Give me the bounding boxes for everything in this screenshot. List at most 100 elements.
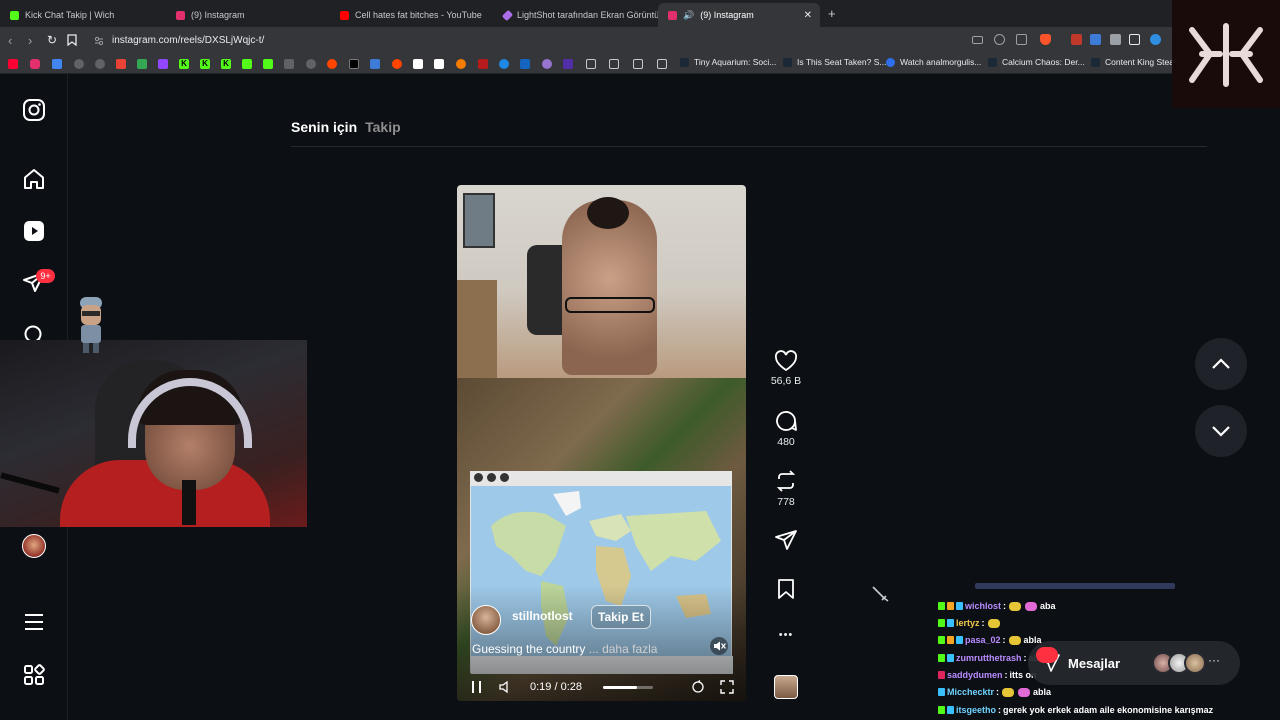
reddit-bookmark-icon[interactable]	[392, 59, 402, 69]
extension-icon[interactable]	[1129, 34, 1140, 45]
bookmark-icon[interactable]	[434, 59, 444, 69]
bookmark-page-icon[interactable]	[67, 34, 77, 46]
badge-icon	[947, 654, 954, 662]
repost-icon[interactable]	[774, 469, 798, 493]
youtube-bookmark-icon[interactable]	[8, 59, 18, 69]
kick-bookmark-icon[interactable]: K	[221, 59, 231, 69]
replay-icon[interactable]	[691, 680, 705, 694]
home-icon[interactable]	[22, 167, 46, 191]
extension-icon[interactable]	[1150, 34, 1161, 45]
share-icon[interactable]	[1016, 34, 1027, 45]
progress-bar[interactable]	[603, 686, 653, 689]
back-icon[interactable]: ‹	[8, 33, 12, 48]
folder-icon[interactable]	[609, 59, 619, 69]
badge-icon	[956, 636, 963, 644]
tab-youtube[interactable]: Cell hates fat bitches - YouTube	[330, 3, 494, 27]
twitch-bookmark-icon[interactable]	[158, 59, 168, 69]
volume-icon[interactable]	[499, 680, 512, 694]
extension-icon[interactable]	[1071, 34, 1082, 45]
url-field[interactable]: instagram.com/reels/DXSLjWqjc-t/	[86, 30, 1226, 51]
bookmark-icon[interactable]	[284, 59, 294, 69]
install-app-icon[interactable]	[972, 36, 983, 44]
kick-bookmark-icon[interactable]: K	[200, 59, 210, 69]
tab-following[interactable]: Takip	[365, 119, 401, 135]
like-action[interactable]: 56,6 B	[770, 350, 802, 387]
save-action[interactable]	[770, 578, 802, 600]
gmail-bookmark-icon[interactable]	[116, 59, 126, 69]
messages-button[interactable]: Mesajlar ···	[1028, 641, 1240, 685]
instagram-bookmark-icon[interactable]	[30, 59, 40, 69]
bookmark-icon[interactable]	[542, 59, 552, 69]
extension-icon[interactable]	[1090, 34, 1101, 45]
bookmark-icon[interactable]	[563, 59, 573, 69]
next-reel-button[interactable]	[1195, 405, 1247, 457]
more-options-icon[interactable]: •••	[770, 629, 802, 641]
folder-icon[interactable]	[586, 59, 596, 69]
bookmark-icon[interactable]	[456, 59, 466, 69]
bookmark-item[interactable]: Is This Seat Taken? S...	[783, 57, 886, 67]
channel-logo-icon	[1189, 23, 1263, 87]
reload-icon[interactable]: ↻	[47, 33, 57, 47]
divider	[291, 146, 1207, 147]
audio-thumbnail[interactable]	[774, 675, 798, 699]
folder-icon[interactable]	[633, 59, 643, 69]
bookmark-item[interactable]: Watch analmorgulis...	[886, 57, 981, 67]
bookmark-icon[interactable]	[74, 59, 84, 69]
x-bookmark-icon[interactable]	[349, 59, 359, 69]
bookmark-item[interactable]: Content King Steam	[1091, 57, 1181, 67]
previous-reel-button[interactable]	[1195, 338, 1247, 390]
forward-icon[interactable]: ›	[28, 33, 32, 48]
brave-shield-icon[interactable]	[1040, 34, 1051, 45]
comment-action[interactable]: 480	[770, 409, 802, 448]
comment-icon[interactable]	[774, 409, 798, 433]
bookmark-icon[interactable]	[520, 59, 530, 69]
tab-instagram[interactable]: (9) Instagram	[166, 3, 330, 27]
menu-icon[interactable]	[22, 610, 46, 634]
tab-lightshot[interactable]: LightShot tarafından Ekran Görüntüsü	[494, 3, 658, 27]
bookmark-icon[interactable]	[776, 578, 796, 600]
bookmark-icon[interactable]	[52, 59, 62, 69]
profile-avatar[interactable]	[22, 534, 46, 558]
tab-for-you[interactable]: Senin için	[291, 119, 357, 135]
bookmark-icon[interactable]	[413, 59, 423, 69]
drive-bookmark-icon[interactable]	[137, 59, 147, 69]
more-apps-icon[interactable]	[22, 663, 46, 687]
tab-instagram-active[interactable]: 🔊 (9) Instagram ✕	[658, 3, 820, 27]
share-action[interactable]	[770, 529, 802, 551]
mute-icon[interactable]	[710, 637, 728, 655]
reels-icon[interactable]	[22, 219, 46, 243]
bookmark-icon[interactable]	[242, 59, 252, 69]
badge-icon	[938, 671, 945, 679]
bookmark-icon[interactable]	[478, 59, 488, 69]
repost-action[interactable]: 778	[770, 469, 802, 508]
fullscreen-icon[interactable]	[720, 680, 734, 694]
chat-text: gerek yok erkek adam aile ekonomisine ka…	[1003, 705, 1214, 715]
author-avatar[interactable]	[471, 605, 501, 635]
close-tab-icon[interactable]: ✕	[804, 10, 812, 21]
follow-button[interactable]: Takip Et	[591, 605, 651, 629]
tab-kick-chat[interactable]: Kick Chat Takip | Wich	[0, 3, 166, 27]
site-settings-icon[interactable]	[94, 36, 104, 46]
extension-icon[interactable]	[1110, 34, 1121, 45]
bookmark-item[interactable]: Calcium Chaos: Der...	[988, 57, 1085, 67]
bookmark-item[interactable]: Tiny Aquarium: Soci...	[680, 57, 776, 67]
folder-icon[interactable]	[657, 59, 667, 69]
reel-video[interactable]: stillnotlost Takip Et Guessing the count…	[457, 185, 746, 701]
new-tab-button[interactable]: +	[828, 6, 836, 21]
bookmark-icon[interactable]	[370, 59, 380, 69]
bookmark-icon[interactable]	[327, 59, 337, 69]
bookmark-icon[interactable]	[306, 59, 316, 69]
share-icon[interactable]	[774, 529, 798, 551]
kick-bookmark-icon[interactable]: K	[179, 59, 189, 69]
zoom-icon[interactable]	[994, 34, 1005, 45]
pause-icon[interactable]	[471, 680, 483, 694]
bookmark-icon[interactable]	[263, 59, 273, 69]
bookmark-icon[interactable]	[499, 59, 509, 69]
author-username[interactable]: stillnotlost	[512, 609, 573, 623]
caption-text: Guessing the country	[472, 642, 586, 656]
instagram-favicon-icon	[668, 10, 677, 20]
more-caption-link[interactable]: ... daha fazla	[589, 642, 658, 656]
heart-icon[interactable]	[774, 350, 798, 372]
bookmark-icon[interactable]	[95, 59, 105, 69]
instagram-logo-icon[interactable]	[22, 98, 46, 122]
